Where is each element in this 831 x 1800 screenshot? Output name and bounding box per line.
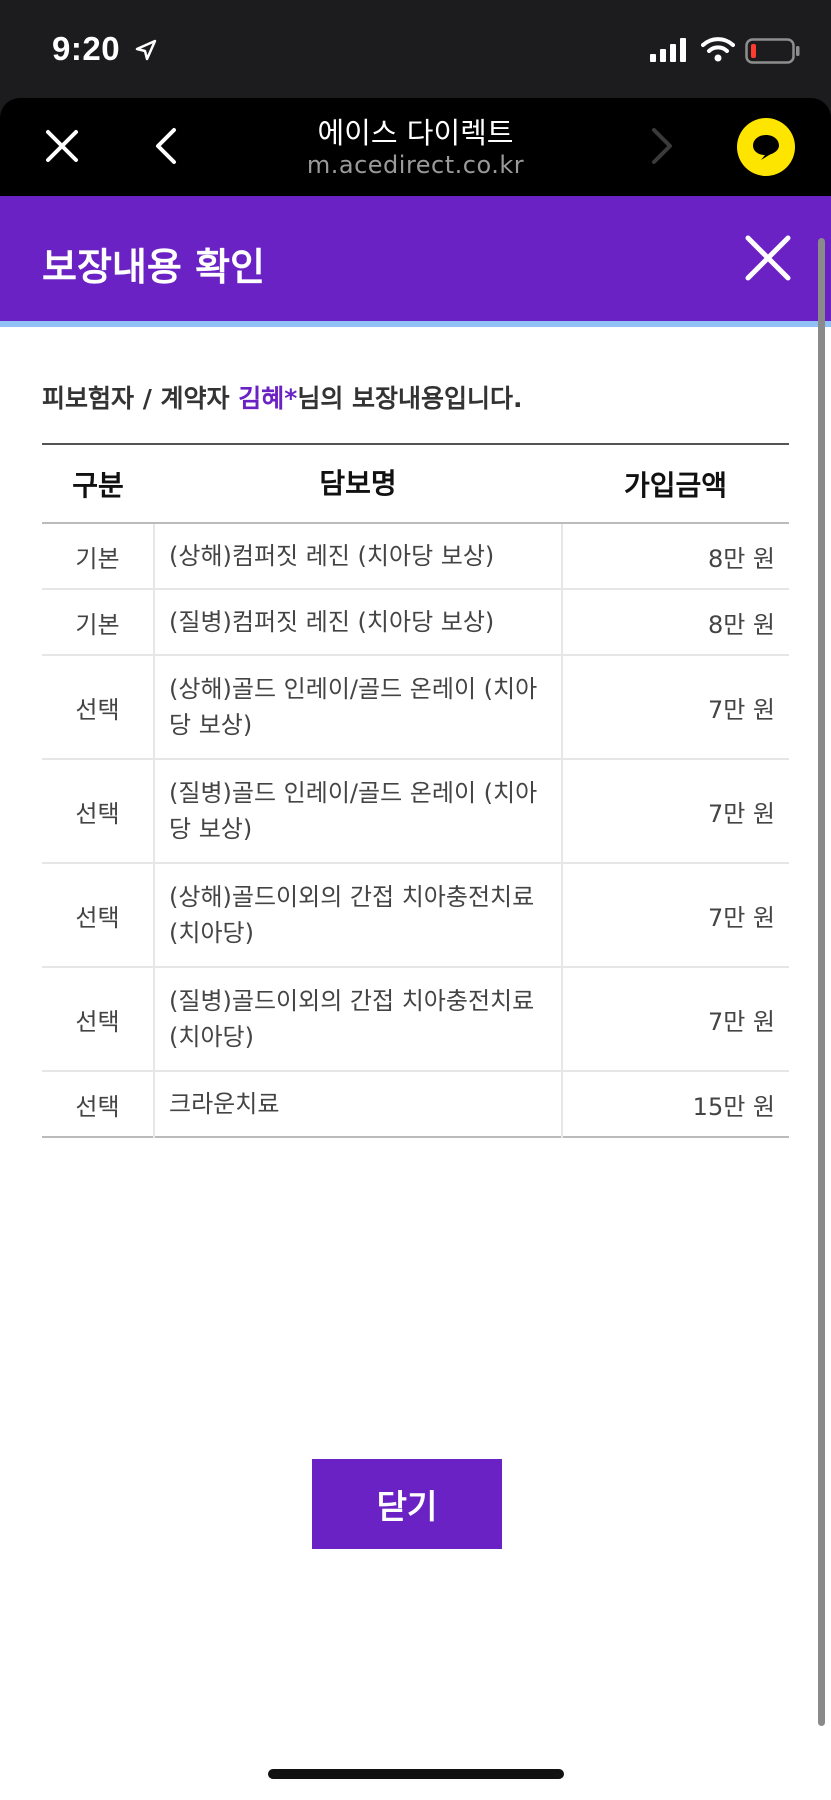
home-indicator[interactable] xyxy=(268,1769,564,1779)
cell-amount: 7만 원 xyxy=(562,863,789,968)
modal-header: 보장내용 확인 xyxy=(0,196,831,327)
coverage-subtitle: 피보험자 / 계약자 김혜*님의 보장내용입니다. xyxy=(42,379,523,415)
chat-bubble-icon xyxy=(753,135,779,160)
browser-header: 에이스 다이렉트 m.acedirect.co.kr xyxy=(0,98,831,196)
cell-type: 선택 xyxy=(42,967,155,1072)
cell-name: (상해)골드 인레이/골드 온레이 (치아당 보상) xyxy=(154,655,563,760)
cell-name: (질병)컴퍼짓 레진 (치아당 보상) xyxy=(154,589,563,656)
browser-url[interactable]: m.acedirect.co.kr xyxy=(0,151,831,179)
table-header-row: 구분 담보명 가입금액 xyxy=(42,444,789,524)
cell-name: (질병)골드이외의 간접 치아충전치료(치아당) xyxy=(154,967,563,1072)
cell-name: (질병)골드 인레이/골드 온레이 (치아당 보상) xyxy=(154,759,563,864)
status-bar: 9:20 xyxy=(0,0,831,100)
cell-type: 기본 xyxy=(42,589,155,656)
cell-name: (상해)컴퍼짓 레진 (치아당 보상) xyxy=(154,523,563,590)
coverage-table: 구분 담보명 가입금액 기본 (상해)컴퍼짓 레진 (치아당 보상) 8만 원 … xyxy=(42,443,789,1138)
cellular-signal-icon xyxy=(650,38,686,62)
chevron-right-icon[interactable] xyxy=(648,126,678,166)
subtitle-prefix: 피보험자 / 계약자 xyxy=(42,384,239,413)
cell-amount: 8만 원 xyxy=(562,523,789,590)
subtitle-suffix: 님의 보장내용입니다. xyxy=(297,384,523,413)
wifi-icon xyxy=(701,37,735,62)
column-header-name: 담보명 xyxy=(154,444,562,524)
battery-low-icon xyxy=(745,38,800,64)
cell-amount: 7만 원 xyxy=(562,759,789,864)
browser-title: 에이스 다이렉트 xyxy=(317,116,514,150)
page: 보장내용 확인 피보험자 / 계약자 김혜*님의 보장내용입니다. 구분 담보명… xyxy=(0,196,831,1800)
location-arrow-icon xyxy=(135,39,157,61)
column-header-amount: 가입금액 xyxy=(562,444,789,524)
cell-type: 선택 xyxy=(42,1071,155,1137)
cell-amount: 15만 원 xyxy=(692,1092,775,1121)
insured-name: 김혜* xyxy=(238,384,298,413)
table-row: 기본 (상해)컴퍼짓 레진 (치아당 보상) 8만 원 xyxy=(42,523,789,590)
status-time: 9:20 xyxy=(52,30,121,67)
table-row: 선택 (질병)골드이외의 간접 치아충전치료(치아당) 7만 원 xyxy=(42,967,789,1072)
cell-amount: 8만 원 xyxy=(562,589,789,656)
chat-button[interactable] xyxy=(737,118,795,176)
cell-type: 기본 xyxy=(42,523,155,590)
cell-type: 선택 xyxy=(42,863,155,968)
table-row: 선택 (질병)골드 인레이/골드 온레이 (치아당 보상) 7만 원 xyxy=(42,759,789,864)
modal-title: 보장내용 확인 xyxy=(42,245,265,289)
column-header-type: 구분 xyxy=(42,444,154,524)
table-row: 기본 (질병)컴퍼짓 레진 (치아당 보상) 8만 원 xyxy=(42,589,789,656)
cell-amount: 7만 원 xyxy=(562,967,789,1072)
cell-type: 선택 xyxy=(42,655,155,760)
close-button[interactable]: 닫기 xyxy=(312,1459,502,1549)
cell-amount: 7만 원 xyxy=(562,655,789,760)
scrollbar[interactable] xyxy=(818,238,825,1726)
table-row: 선택 (상해)골드 인레이/골드 온레이 (치아당 보상) 7만 원 xyxy=(42,655,789,760)
close-icon[interactable] xyxy=(744,234,792,282)
cell-type: 선택 xyxy=(42,759,155,864)
cell-name: 크라운치료 xyxy=(154,1071,563,1137)
table-row: 선택 크라운치료 15만 원 xyxy=(42,1071,789,1137)
table-row: 선택 (상해)골드이외의 간접 치아충전치료(치아당) 7만 원 xyxy=(42,863,789,968)
cell-name: (상해)골드이외의 간접 치아충전치료(치아당) xyxy=(154,863,563,968)
